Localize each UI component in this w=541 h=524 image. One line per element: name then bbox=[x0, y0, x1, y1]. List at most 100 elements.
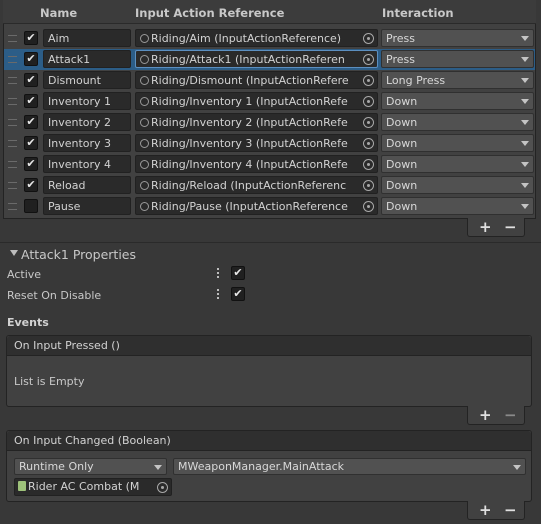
drag-handle-icon[interactable] bbox=[8, 182, 17, 189]
object-picker-icon[interactable] bbox=[363, 54, 374, 65]
runtime-mode-dropdown[interactable]: Runtime Only bbox=[14, 458, 167, 475]
input-action-icon bbox=[140, 181, 149, 190]
properties-title[interactable]: Attack1 Properties bbox=[21, 247, 136, 262]
object-picker-icon[interactable] bbox=[363, 75, 374, 86]
row-reference-field[interactable]: Riding/Inventory 2 (InputActionRefe bbox=[135, 113, 378, 131]
row-name-field[interactable]: Inventory 3 bbox=[43, 134, 131, 152]
row-enabled-checkbox[interactable]: ✔ bbox=[24, 31, 38, 45]
foldout-arrow-icon[interactable] bbox=[10, 250, 18, 256]
row-enabled-checkbox[interactable]: ✔ bbox=[24, 115, 38, 129]
row-interaction-value: Down bbox=[386, 116, 418, 129]
row-reference-value: Riding/Pause (InputActionReference bbox=[151, 200, 348, 213]
list-item[interactable]: ✔ Aim Riding/Aim (InputActionReference) Pre… bbox=[4, 28, 535, 49]
row-interaction-dropdown[interactable]: Down bbox=[381, 113, 534, 131]
drag-handle-icon[interactable] bbox=[8, 119, 17, 126]
row-interaction-dropdown[interactable]: Down bbox=[381, 134, 534, 152]
object-picker-icon[interactable] bbox=[363, 201, 374, 212]
row-name-field[interactable]: Inventory 2 bbox=[43, 113, 131, 131]
list-item[interactable]: ✔ Inventory 3 Riding/Inventory 3 (InputAct… bbox=[4, 133, 535, 154]
row-interaction-dropdown[interactable]: Press bbox=[381, 50, 534, 68]
row-name-field[interactable]: Inventory 1 bbox=[43, 92, 131, 110]
row-name-field[interactable]: Aim bbox=[43, 29, 131, 47]
row-reference-field[interactable]: Riding/Reload (InputActionReferenc bbox=[135, 176, 378, 194]
row-name-field[interactable]: Attack1 bbox=[43, 50, 131, 68]
reset-on-disable-checkbox[interactable]: ✔ bbox=[231, 287, 245, 301]
drag-handle-icon[interactable] bbox=[8, 56, 17, 63]
row-reference-field[interactable]: Riding/Dismount (InputActionRefere bbox=[135, 71, 378, 89]
active-checkbox[interactable]: ✔ bbox=[231, 266, 245, 280]
object-picker-icon[interactable] bbox=[363, 117, 374, 128]
chevron-down-icon bbox=[521, 57, 529, 62]
kebab-menu-icon[interactable] bbox=[217, 289, 219, 299]
input-action-icon bbox=[140, 76, 149, 85]
row-name-field[interactable]: Reload bbox=[43, 176, 131, 194]
row-enabled-checkbox[interactable]: ✔ bbox=[24, 178, 38, 192]
object-picker-icon[interactable] bbox=[157, 482, 168, 493]
add-row-button[interactable]: + bbox=[479, 220, 492, 235]
list-item[interactable]: ✔ Dismount Riding/Dismount (InputActionRef… bbox=[4, 70, 535, 91]
object-picker-icon[interactable] bbox=[363, 180, 374, 191]
row-interaction-dropdown[interactable]: Down bbox=[381, 92, 534, 110]
row-reference-field[interactable]: Riding/Pause (InputActionReference bbox=[135, 197, 378, 215]
target-object-field[interactable]: Rider AC Combat (M bbox=[14, 478, 172, 496]
drag-handle-icon[interactable] bbox=[8, 140, 17, 147]
events-heading: Events bbox=[7, 316, 49, 329]
drag-handle-icon[interactable] bbox=[8, 98, 17, 105]
drag-handle-icon[interactable] bbox=[8, 161, 17, 168]
add-listener-button[interactable]: + bbox=[479, 408, 492, 423]
row-reference-field[interactable]: Riding/Inventory 3 (InputActionRefe bbox=[135, 134, 378, 152]
row-enabled-checkbox[interactable]: ✔ bbox=[24, 157, 38, 171]
column-interaction-header: Interaction bbox=[382, 6, 454, 20]
row-interaction-value: Down bbox=[386, 137, 418, 150]
add-listener-button[interactable]: + bbox=[479, 503, 492, 518]
drag-handle-icon[interactable] bbox=[8, 203, 17, 210]
object-picker-icon[interactable] bbox=[363, 33, 374, 44]
row-interaction-dropdown[interactable]: Down bbox=[381, 197, 534, 215]
list-item[interactable]: ✔ Inventory 4 Riding/Inventory 4 (InputAct… bbox=[4, 154, 535, 175]
row-name-field[interactable]: Dismount bbox=[43, 71, 131, 89]
row-interaction-dropdown[interactable]: Press bbox=[381, 29, 534, 47]
row-interaction-value: Down bbox=[386, 200, 418, 213]
on-input-changed-event: On Input Changed (Boolean) Runtime Only … bbox=[6, 430, 532, 502]
list-item[interactable]: ✔ Attack1 Riding/Attack1 (InputActionRefer… bbox=[4, 49, 535, 70]
row-enabled-checkbox[interactable]: ✔ bbox=[24, 52, 38, 66]
row-interaction-dropdown[interactable]: Down bbox=[381, 176, 534, 194]
remove-row-button[interactable]: − bbox=[504, 220, 517, 235]
row-interaction-value: Press bbox=[386, 53, 415, 66]
checkmark-icon: ✔ bbox=[26, 136, 36, 149]
kebab-menu-icon[interactable] bbox=[217, 268, 219, 278]
chevron-down-icon bbox=[521, 99, 529, 104]
row-enabled-checkbox[interactable]: ✔ bbox=[24, 94, 38, 108]
drag-handle-icon[interactable] bbox=[8, 35, 17, 42]
row-enabled-checkbox[interactable] bbox=[24, 199, 38, 213]
row-name-field[interactable]: Pause bbox=[43, 197, 131, 215]
row-reference-field[interactable]: Riding/Aim (InputActionReference) bbox=[135, 29, 378, 47]
checkmark-icon: ✔ bbox=[26, 31, 36, 44]
object-picker-icon[interactable] bbox=[363, 138, 374, 149]
row-reference-field[interactable]: Riding/Inventory 1 (InputActionRefe bbox=[135, 92, 378, 110]
object-picker-icon[interactable] bbox=[363, 159, 374, 170]
drag-handle-icon[interactable] bbox=[8, 77, 17, 84]
chevron-down-icon bbox=[521, 141, 529, 146]
row-interaction-dropdown[interactable]: Down bbox=[381, 155, 534, 173]
row-enabled-checkbox[interactable]: ✔ bbox=[24, 136, 38, 150]
chevron-down-icon bbox=[521, 204, 529, 209]
active-label: Active bbox=[7, 268, 42, 281]
list-item[interactable]: ✔ Reload Riding/Reload (InputActionReferen… bbox=[4, 175, 535, 196]
function-dropdown[interactable]: MWeaponManager.MainAttack bbox=[173, 458, 526, 475]
chevron-down-icon bbox=[154, 465, 162, 470]
chevron-down-icon bbox=[521, 120, 529, 125]
remove-listener-button[interactable]: − bbox=[504, 408, 517, 423]
row-name-field[interactable]: Inventory 4 bbox=[43, 155, 131, 173]
row-interaction-dropdown[interactable]: Long Press bbox=[381, 71, 534, 89]
row-reference-value: Riding/Inventory 3 (InputActionRefe bbox=[151, 137, 348, 150]
list-item[interactable]: ✔ Inventory 2 Riding/Inventory 2 (InputAct… bbox=[4, 112, 535, 133]
object-picker-icon[interactable] bbox=[363, 96, 374, 107]
list-item[interactable]: Pause Riding/Pause (InputActionReference D… bbox=[4, 196, 535, 217]
list-item[interactable]: ✔ Inventory 1 Riding/Inventory 1 (InputAct… bbox=[4, 91, 535, 112]
row-reference-field[interactable]: Riding/Inventory 4 (InputActionRefe bbox=[135, 155, 378, 173]
remove-listener-button[interactable]: − bbox=[504, 503, 517, 518]
row-enabled-checkbox[interactable]: ✔ bbox=[24, 73, 38, 87]
row-reference-field[interactable]: Riding/Attack1 (InputActionReferen bbox=[135, 50, 378, 68]
row-interaction-value: Down bbox=[386, 95, 418, 108]
